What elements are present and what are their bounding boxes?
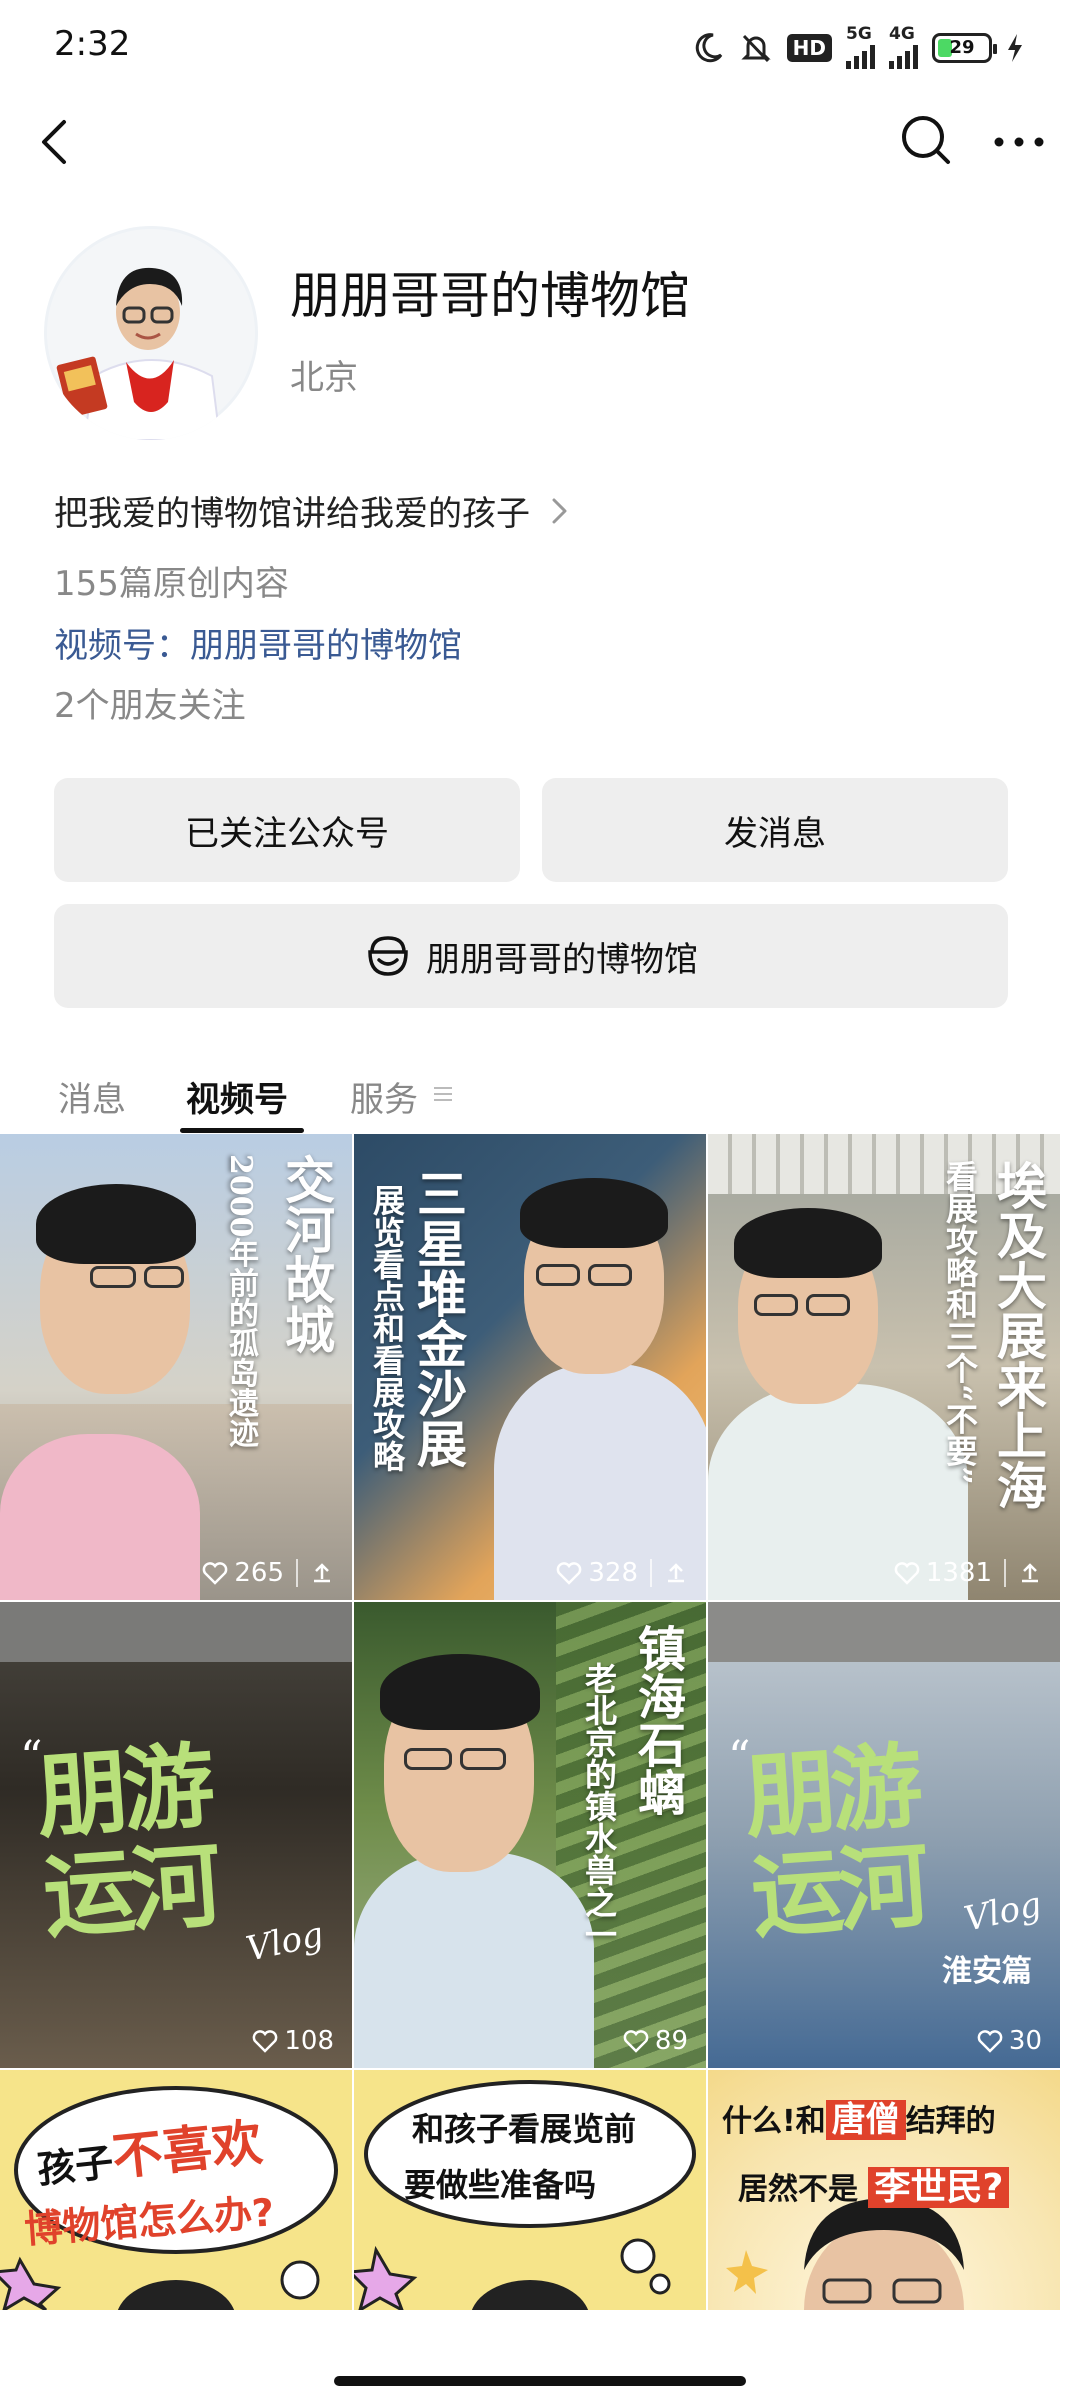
video-tile[interactable]: 三星堆金沙展 展览看点和看展攻略 328 [354,1134,706,1600]
like-count: 265 [202,1558,334,1588]
message-button[interactable]: 发消息 [542,778,1008,882]
video-grid: 交河故城 2000年前的孤岛遗迹 265 三星堆金沙展 展览看点和看展攻略 32… [0,1134,1080,2310]
share-icon[interactable] [310,1561,334,1585]
heart-icon [623,2030,649,2053]
channel-link[interactable]: 视频号：朋朋哥哥的博物馆 [54,618,462,667]
like-count: 89 [623,2026,688,2056]
video-title: 镇海石螭 [629,1624,685,1816]
video-tile[interactable]: 和孩子看展览前 要做些准备吗 [354,2070,706,2310]
charging-icon [1006,33,1024,63]
heart-icon [557,1562,582,1585]
like-count-value: 108 [284,2026,334,2056]
video-tile[interactable]: 镇海石螭 老北京的镇水兽之一 89 [354,1602,706,2068]
original-count: 155篇原创内容 [54,564,289,604]
like-count-value: 1381 [925,1558,992,1588]
heart-icon [203,1562,228,1585]
tab-channels[interactable]: 视频号 [186,1072,288,1121]
active-tab-indicator [180,1128,304,1133]
video-tile[interactable]: “ 朋游运河 Vlog 淮安篇 30 [708,1602,1060,2068]
heart-icon [977,2030,1003,2053]
shop-button[interactable]: 朋朋哥哥的博物馆 [54,904,1008,1008]
video-title: 埃及大展来上海 [989,1160,1048,1510]
share-icon[interactable] [1018,1561,1042,1585]
nav-bar [0,96,1080,186]
bell-off-icon [739,31,773,65]
like-count: 108 [252,2026,334,2056]
search-icon[interactable] [896,110,956,170]
network-5g-label: 5G [846,24,872,44]
video-tile[interactable]: 孩子不喜欢 博物馆怎么办? [0,2070,352,2310]
like-count: 30 [977,2026,1042,2056]
signal-icon [846,43,875,69]
status-time: 2:32 [54,24,131,64]
video-subtitle: 淮安篇 [942,1954,1032,1989]
video-subtitle: 2000年前的孤岛遗迹 [223,1154,258,1448]
signal-4g: 4G [889,26,918,69]
heart-icon [894,1562,920,1585]
message-button-label: 发消息 [724,813,826,854]
heart-icon [253,2030,278,2053]
profile-name: 朋朋哥哥的博物馆 [290,267,690,325]
friends-following: 2个朋友关注 [54,686,246,726]
moon-icon [691,31,725,65]
video-subtitle: 展览看点和看展攻略 [368,1184,406,1472]
video-subtitle: 居然不是 李世民? [738,2158,1010,2210]
like-count-value: 328 [588,1558,638,1588]
video-tile[interactable]: 埃及大展来上海 看展攻略和三个“不要” 1381 [708,1134,1060,1600]
video-subtitle: 要做些准备吗 [404,2166,597,2204]
like-count-value: 89 [654,2026,688,2056]
like-count-value: 30 [1008,2026,1042,2056]
video-tile[interactable]: 交河故城 2000年前的孤岛遗迹 265 [0,1134,352,1600]
status-icons: HD 5G 4G 29 [691,26,1024,69]
signal-5g: 5G [846,26,875,69]
video-title: 和孩子看展览前 [412,2110,637,2148]
video-title: 什么!和 唐僧 结拜的 [722,2100,996,2140]
back-arrow-icon[interactable] [28,110,88,170]
bio-text: 把我爱的博物馆讲给我爱的孩子 [54,494,530,534]
shop-button-label: 朋朋哥哥的博物馆 [426,939,698,980]
hd-badge: HD [786,33,832,62]
like-count: 328 [556,1558,688,1588]
profile-tabs: 消息 视频号 服务 [0,1060,1080,1134]
network-4g-label: 4G [889,24,915,44]
video-title: 朋游运河 [33,1732,220,1952]
video-title: 交河故城 [277,1154,336,1354]
video-title: 朋游运河 [741,1732,928,1952]
video-subtitle: 老北京的镇水兽之一 [580,1662,618,1950]
battery-icon: 29 [932,32,997,63]
like-count: 1381 [894,1558,1042,1588]
chevron-right-icon [552,498,567,523]
tab-services[interactable]: 服务 [350,1072,418,1121]
profile-location: 北京 [290,358,358,398]
status-bar: 2:32 HD 5G 4G 29 [0,0,1080,96]
signal-icon [889,43,918,69]
video-tile[interactable]: “ 朋游运河 Vlog 108 [0,1602,352,2068]
like-count-value: 265 [234,1558,284,1588]
home-indicator[interactable] [334,2376,746,2386]
share-icon[interactable] [664,1561,688,1585]
tab-messages[interactable]: 消息 [58,1072,126,1121]
battery-percent: 29 [949,37,975,58]
avatar[interactable] [44,226,258,440]
menu-icon [434,1087,452,1101]
shop-icon [368,936,408,976]
followed-button-label: 已关注公众号 [185,813,389,854]
bio-row[interactable]: 把我爱的博物馆讲给我爱的孩子 [54,486,572,535]
followed-button[interactable]: 已关注公众号 [54,778,520,882]
video-title: 三星堆金沙展 [409,1168,468,1468]
more-icon[interactable] [984,110,1054,170]
video-subtitle: 看展攻略和三个“不要” [941,1160,979,1485]
video-tile[interactable]: 什么!和 唐僧 结拜的 居然不是 李世民? [708,2070,1060,2310]
